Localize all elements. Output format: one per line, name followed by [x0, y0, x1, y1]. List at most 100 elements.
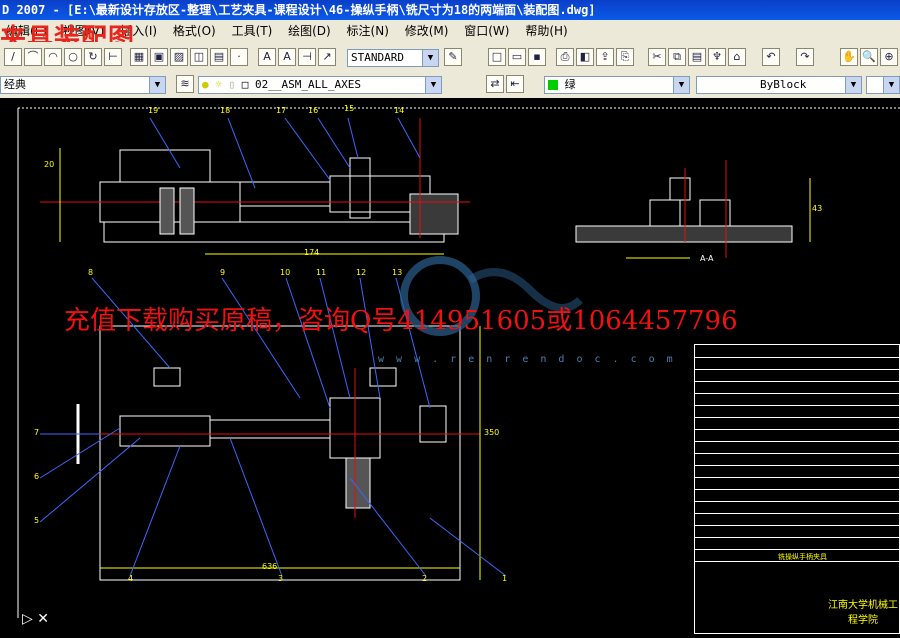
undo-icon[interactable]: ↶	[762, 48, 780, 66]
dim-43: 43	[812, 204, 823, 213]
mtext-icon[interactable]: A	[278, 48, 296, 66]
side-view	[575, 160, 811, 259]
print-icon[interactable]: ⎙	[556, 48, 574, 66]
callout-7: 7	[34, 428, 40, 437]
pan-icon[interactable]: ✋	[840, 48, 858, 66]
line-icon[interactable]: /	[4, 48, 22, 66]
region-icon[interactable]: ◫	[190, 48, 208, 66]
layer-color-icon: □	[241, 78, 249, 91]
make-current-icon[interactable]: ⇄	[486, 75, 504, 93]
chevron-down-icon: ▼	[422, 50, 438, 66]
open-icon[interactable]: ▭	[508, 48, 526, 66]
blockeditor-icon[interactable]: ⌂	[728, 48, 746, 66]
copy-icon[interactable]: ⧉	[668, 48, 686, 66]
callout-6: 6	[34, 472, 40, 481]
menu-tools[interactable]: 工具(T)	[226, 20, 279, 42]
workspace-combo[interactable]: 经典 ▼	[0, 76, 166, 94]
callout-12: 12	[356, 268, 367, 277]
window-title-bar: D 2007 - [E:\最新设计存放区-整理\工艺夹具-课程设计\46-操纵手…	[0, 0, 900, 20]
layer-manager-icon[interactable]: ≋	[176, 75, 194, 93]
menu-help[interactable]: 帮助(H)	[519, 20, 573, 42]
linetype-combo[interactable]: ByBlock ▼	[696, 76, 862, 94]
callout-15: 15	[344, 104, 355, 113]
chevron-down-icon: ▼	[883, 77, 899, 93]
callout-17: 17	[276, 106, 287, 115]
chevron-down-icon: ▼	[845, 77, 861, 93]
dim-350: 350	[484, 428, 500, 437]
bulb-icon: ●	[202, 78, 209, 91]
text-style-combo[interactable]: STANDARD ▼	[347, 49, 439, 67]
callout-10: 10	[280, 268, 291, 277]
chevron-down-icon: ▼	[149, 77, 165, 93]
section-label: A-A	[700, 254, 714, 263]
preview-icon[interactable]: ◧	[576, 48, 594, 66]
callout-14: 14	[394, 106, 405, 115]
save-icon[interactable]: ▪	[528, 48, 546, 66]
publish-icon[interactable]: ⇪	[596, 48, 614, 66]
redo-icon[interactable]: ↷	[796, 48, 814, 66]
grid-icon[interactable]: ▦	[130, 48, 148, 66]
rotate-icon[interactable]: ↻	[84, 48, 102, 66]
menu-window[interactable]: 窗口(W)	[458, 20, 515, 42]
new-icon[interactable]: □	[488, 48, 506, 66]
callout-8: 8	[88, 268, 94, 277]
layer-value: 02__ASM_ALL_AXES	[255, 78, 361, 91]
layer-combo[interactable]: ● ☼ ▯ □ 02__ASM_ALL_AXES ▼	[198, 76, 442, 94]
leader-icon[interactable]: ↗	[318, 48, 336, 66]
paste-icon[interactable]: ▤	[688, 48, 706, 66]
table-icon[interactable]: ▤	[210, 48, 228, 66]
block-icon[interactable]: ▣	[150, 48, 168, 66]
dim-icon[interactable]: ⊢	[104, 48, 122, 66]
toolbar-standard: / ⌒ ◠ ○ ↻ ⊢ ▦ ▣ ▨ ◫ ▤ · A A ⊣ ↗ STANDARD…	[0, 42, 900, 73]
callout-16: 16	[308, 106, 319, 115]
zoom-icon[interactable]: 🔍	[860, 48, 878, 66]
cut-icon[interactable]: ✂	[648, 48, 666, 66]
polyline-icon[interactable]: ⌒	[24, 48, 42, 66]
menu-modify[interactable]: 修改(M)	[399, 20, 455, 42]
color-swatch-icon	[548, 80, 558, 90]
callout-11: 11	[316, 268, 327, 277]
site-url: w w w . r e n r e n d o c . c o m	[378, 354, 676, 365]
dim-20: 20	[44, 160, 55, 169]
window-title: D 2007 - [E:\最新设计存放区-整理\工艺夹具-课程设计\46-操纵手…	[2, 3, 596, 17]
dim-174: 174	[304, 248, 320, 257]
callout-18: 18	[220, 106, 231, 115]
callout-19: 19	[148, 106, 159, 115]
point-icon[interactable]: ·	[230, 48, 248, 66]
zoom-window-icon[interactable]: ⊕	[880, 48, 898, 66]
workspace-value: 经典	[4, 78, 26, 91]
arc-icon[interactable]: ◠	[44, 48, 62, 66]
plot-icon[interactable]: ⎘	[616, 48, 634, 66]
text-style-icon[interactable]: A	[258, 48, 276, 66]
matchprop-icon[interactable]: ♆	[708, 48, 726, 66]
lock-icon: ▯	[228, 78, 236, 91]
menu-draw[interactable]: 绘图(D)	[282, 20, 337, 42]
color-combo[interactable]: 绿 ▼	[544, 76, 690, 94]
dim-636: 636	[262, 562, 278, 571]
circle-icon[interactable]: ○	[64, 48, 82, 66]
school-name: 江南大学机械工程学院	[828, 600, 898, 626]
callout-2: 2	[422, 574, 428, 583]
callout-4: 4	[128, 574, 134, 583]
part-name: 铣操纵手柄夹具	[778, 553, 827, 561]
sun-icon: ☼	[215, 78, 222, 91]
callout-5: 5	[34, 516, 40, 525]
ucs-icon: ▷ ✕	[22, 611, 49, 627]
text-style-value: STANDARD	[351, 51, 404, 64]
layer-previous-icon[interactable]: ⇤	[506, 75, 524, 93]
dimstyle-icon[interactable]: ⊣	[298, 48, 316, 66]
toolbar-layers: 经典 ▼ ≋ ● ☼ ▯ □ 02__ASM_ALL_AXES ▼ ⇄ ⇤ 绿 ▼…	[0, 72, 900, 99]
promo-text: 充值下载购买原稿，咨询Q号414951605或1064457796	[64, 306, 738, 336]
linetype-value: ByBlock	[760, 78, 807, 91]
callout-1: 1	[502, 574, 508, 583]
style-manager-icon[interactable]: ✎	[444, 48, 462, 66]
hatch-icon[interactable]: ▨	[170, 48, 188, 66]
title-block	[694, 344, 900, 634]
chevron-down-icon: ▼	[673, 77, 689, 93]
callout-9: 9	[220, 268, 226, 277]
menu-format[interactable]: 格式(O)	[167, 20, 222, 42]
lineweight-combo[interactable]: ▼	[866, 76, 900, 94]
chevron-down-icon: ▼	[425, 77, 441, 93]
callout-3: 3	[278, 574, 284, 583]
menu-dimension[interactable]: 标注(N)	[341, 20, 395, 42]
